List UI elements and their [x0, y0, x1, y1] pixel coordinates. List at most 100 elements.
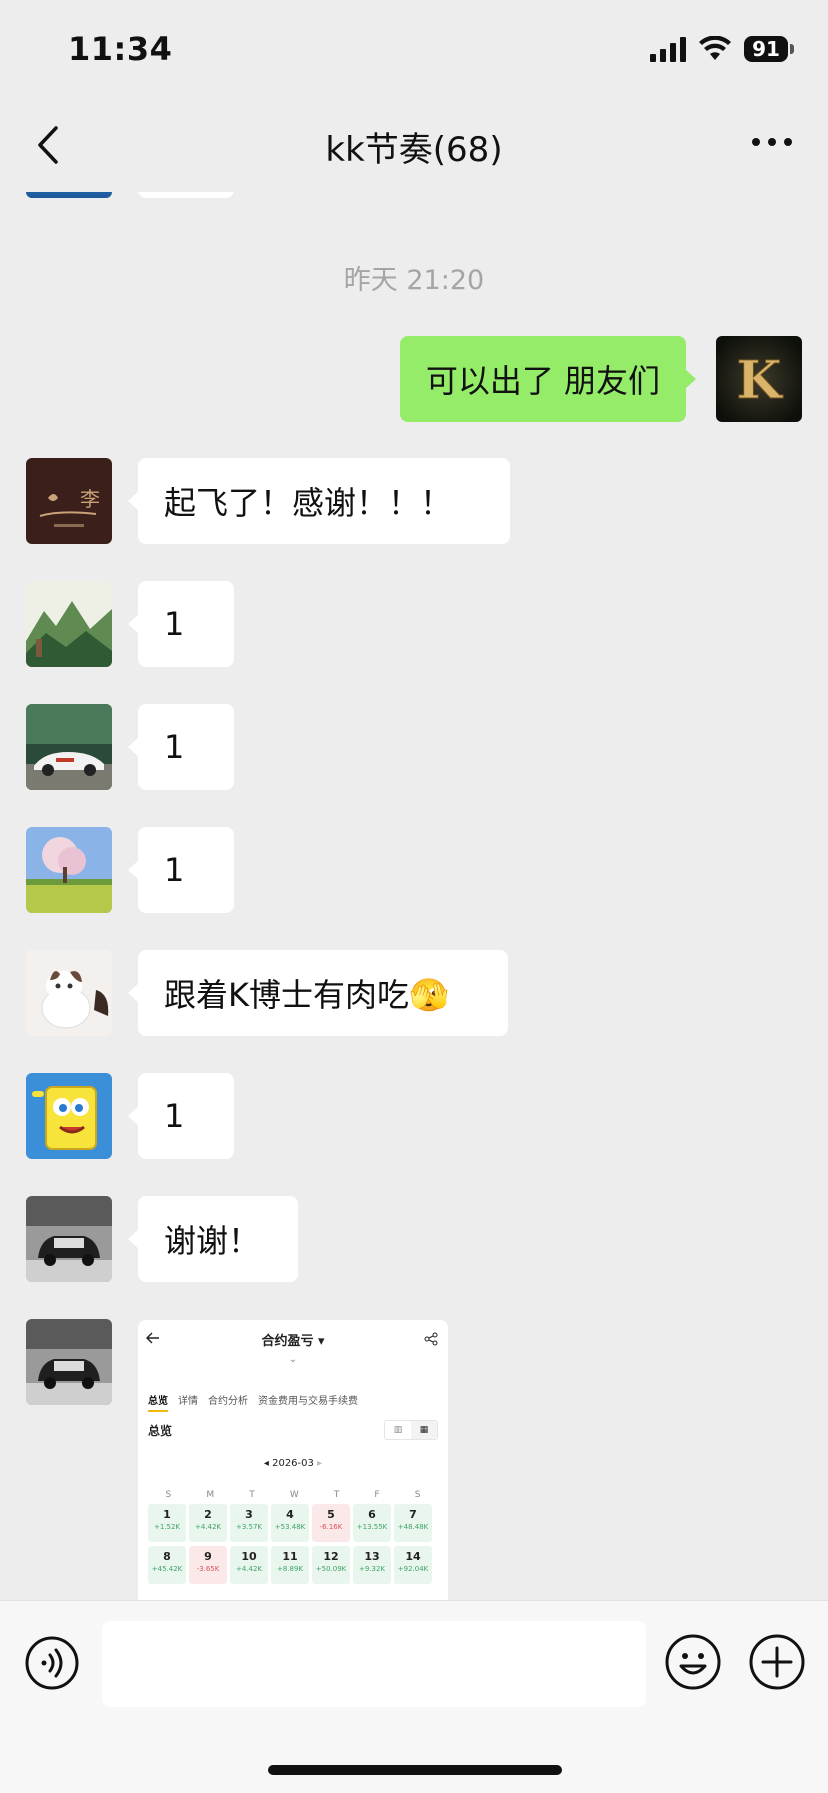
wifi-icon [699, 36, 731, 60]
day-number: 10 [241, 1550, 257, 1563]
day-number: 5 [327, 1508, 335, 1521]
day-pnl: -3.65K [196, 1565, 220, 1573]
weekday-label: S [414, 1490, 421, 1500]
weekday-label: W [289, 1490, 299, 1500]
day-pnl: +50.09K [315, 1565, 347, 1573]
tree-field-avatar-image [26, 827, 112, 913]
voice-icon[interactable] [24, 1635, 80, 1691]
calendar-day-cell: 4 +53.48K [271, 1504, 309, 1542]
avatar[interactable]: 李 [26, 458, 112, 544]
calendar-day-cell: 10 +4.42K [230, 1546, 268, 1584]
avatar[interactable] [26, 827, 112, 913]
day-number: 9 [204, 1550, 212, 1563]
day-number: 7 [409, 1508, 417, 1521]
nav-bar: kk节奏(68) [0, 100, 828, 192]
message-timestamp: 昨天 21:20 [343, 265, 485, 296]
message-bubble[interactable]: 谢谢！ [128, 1196, 298, 1282]
message-bubble[interactable]: 起飞了！感谢！！！ [128, 458, 510, 544]
day-number: 13 [364, 1550, 380, 1563]
day-pnl: +4.42K [235, 1565, 263, 1573]
chevron-down-icon: ⌄ [288, 1354, 298, 1365]
message-input[interactable] [102, 1621, 646, 1707]
chat-area[interactable]: 昨天 21:20 可以出了 朋友们 K 李 起飞了！感谢！！！ 1 1 1 跟着… [0, 192, 828, 1600]
calendar-day-cell: 2 +4.42K [189, 1504, 227, 1542]
image-message[interactable]: 合约盈亏 ▾ ⌄ 总览 详情 合约分析 资金费用与交易手续费 总览 ▥ ▦ ◂ … [138, 1320, 448, 1600]
calligraphy-avatar-image: 李 [26, 458, 112, 544]
weekday-label: S [165, 1490, 172, 1500]
day-pnl: +3.57K [235, 1523, 263, 1531]
self-message-bubble[interactable]: 可以出了 朋友们 [399, 336, 697, 422]
emoji-icon[interactable] [664, 1633, 722, 1691]
day-pnl: +48.48K [397, 1523, 429, 1531]
bar-chart-icon: ▥ [393, 1425, 403, 1435]
day-pnl: +45.42K [151, 1565, 183, 1573]
day-pnl: +53.48K [274, 1523, 306, 1531]
avatar[interactable] [26, 950, 112, 1036]
message-bubble[interactable]: 1 [128, 1073, 234, 1159]
avatar[interactable] [26, 1319, 112, 1405]
chat-title: kk节奏(68) [325, 130, 503, 170]
day-number: 6 [368, 1508, 376, 1521]
day-number: 2 [204, 1508, 212, 1521]
k-letter-avatar-image: K [716, 336, 802, 422]
sports-car-avatar-image [26, 704, 112, 790]
calendar-day-cell: 8 +45.42K [148, 1546, 186, 1584]
day-pnl: +8.89K [276, 1565, 304, 1573]
calendar-day-cell: 9 -3.65K [189, 1546, 227, 1584]
weekday-label: T [333, 1490, 340, 1500]
battery-icon: 91 [744, 36, 788, 62]
message-bubble[interactable]: 跟着K博士有肉吃🫣 [128, 950, 508, 1036]
mini-car-avatar-image [26, 1196, 112, 1282]
plus-icon[interactable] [748, 1633, 806, 1691]
share-icon [424, 1332, 438, 1346]
weekday-label: F [374, 1490, 380, 1500]
day-pnl: +13.55K [356, 1523, 388, 1531]
day-number: 8 [163, 1550, 171, 1563]
kitten-avatar-image [26, 950, 112, 1036]
day-pnl: +4.42K [194, 1523, 222, 1531]
screenshot-title: 合约盈亏 [261, 1334, 314, 1349]
self-avatar[interactable]: K [716, 336, 802, 422]
calendar: S M T W T F S 1 +1.52K 2 +4.42K 3 +3.57K 4 +53.48K 5 -6… [148, 1490, 438, 1584]
day-number: 14 [405, 1550, 421, 1563]
day-pnl: -6.16K [319, 1523, 343, 1531]
calendar-day-cell: 3 +3.57K [230, 1504, 268, 1542]
day-number: 11 [282, 1550, 298, 1563]
avatar[interactable] [26, 1073, 112, 1159]
day-number: 4 [286, 1508, 294, 1521]
spongebob-avatar-image [26, 1073, 112, 1159]
more-icon[interactable] [752, 138, 792, 146]
landscape-avatar-image [26, 581, 112, 667]
home-indicator[interactable] [268, 1765, 562, 1775]
calendar-day-cell: 14 +92.04K [394, 1546, 432, 1584]
day-pnl: +9.32K [358, 1565, 386, 1573]
calendar-day-cell: 13 +9.32K [353, 1546, 391, 1584]
message-bubble[interactable]: 1 [128, 581, 234, 667]
status-bar: 11:34 91 [0, 0, 828, 100]
message-bubble [138, 192, 234, 198]
calendar-day-cell: 5 -6.16K [312, 1504, 350, 1542]
weekday-label: M [206, 1490, 215, 1500]
avatar[interactable] [26, 192, 112, 198]
day-number: 1 [163, 1508, 171, 1521]
calendar-day-cell: 12 +50.09K [312, 1546, 350, 1584]
avatar[interactable] [26, 1196, 112, 1282]
weekday-label: T [249, 1490, 255, 1500]
status-time: 11:34 [68, 30, 173, 68]
calendar-day-cell: 11 +8.89K [271, 1546, 309, 1584]
input-bar [0, 1600, 828, 1793]
calendar-icon: ▦ [411, 1421, 437, 1439]
mini-car-avatar-image [26, 1319, 112, 1405]
day-pnl: +92.04K [397, 1565, 429, 1573]
battery-tip [790, 44, 794, 54]
svg-text:李: 李 [80, 487, 100, 511]
avatar[interactable] [26, 704, 112, 790]
message-bubble[interactable]: 1 [128, 827, 234, 913]
message-bubble[interactable]: 1 [128, 704, 234, 790]
day-pnl: +1.52K [153, 1523, 181, 1531]
day-number: 3 [245, 1508, 253, 1521]
month-selector: ◂ 2026-03 ▸ [263, 1458, 323, 1469]
avatar[interactable] [26, 581, 112, 667]
view-toggle: ▥ ▦ [384, 1420, 438, 1440]
calendar-day-cell: 6 +13.55K [353, 1504, 391, 1542]
